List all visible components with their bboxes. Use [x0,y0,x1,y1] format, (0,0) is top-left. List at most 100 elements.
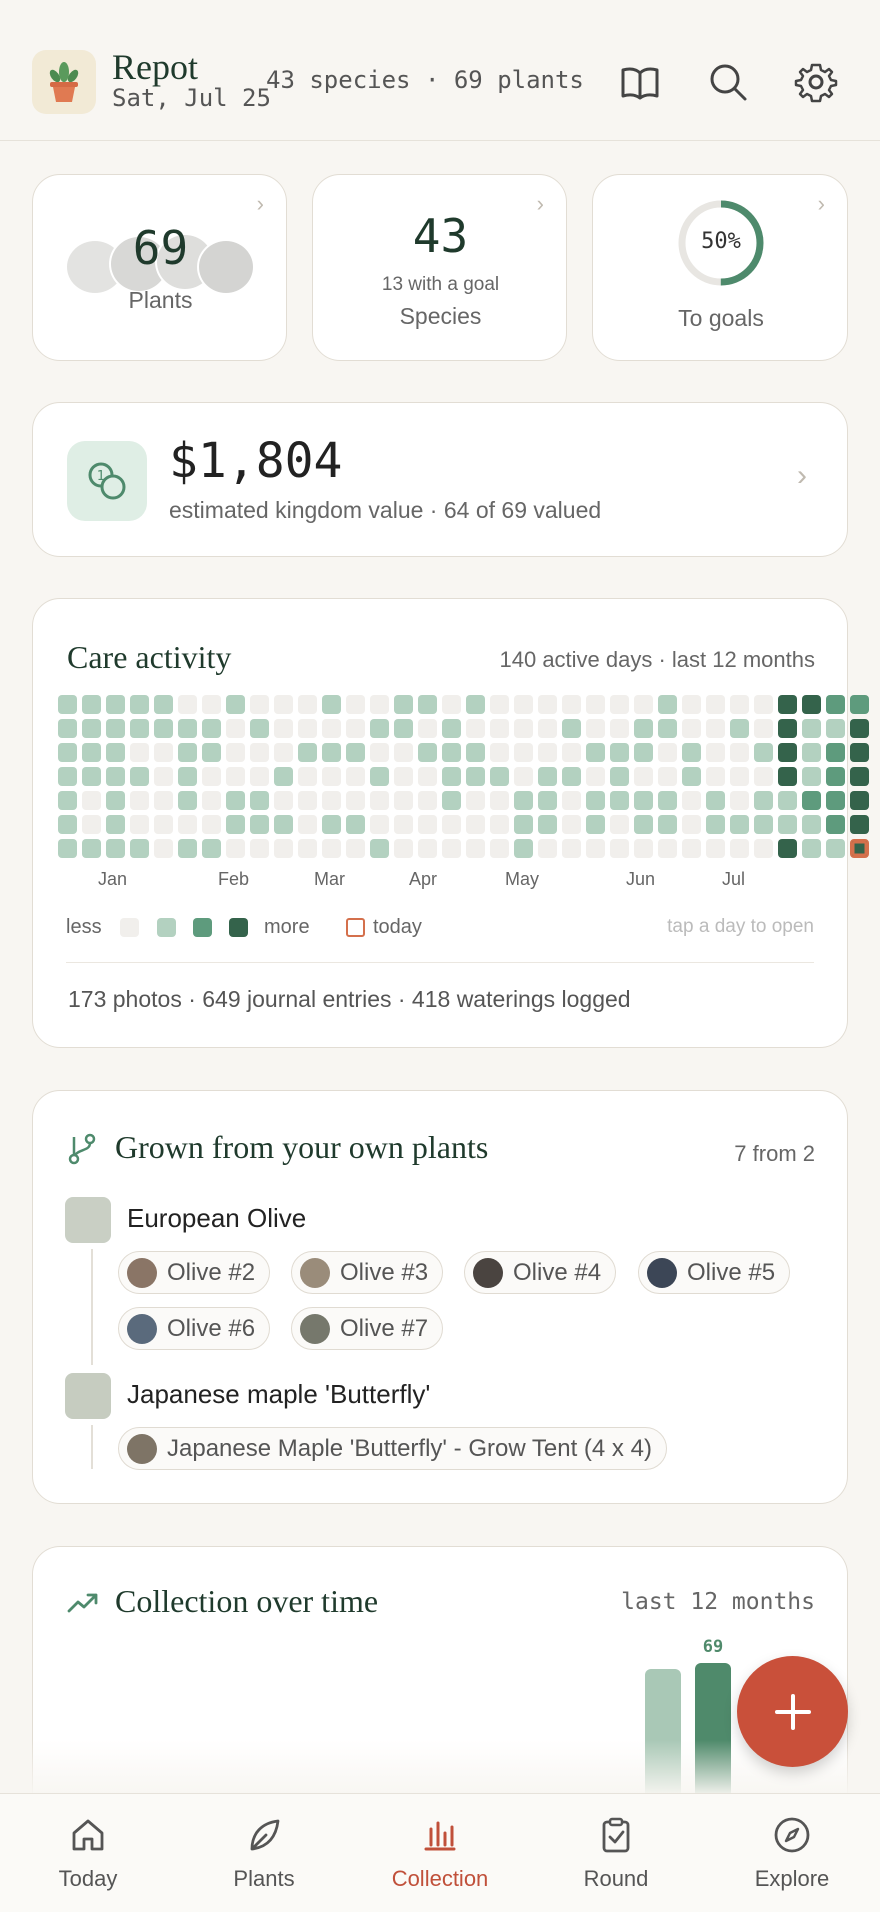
heatmap-day-cell[interactable] [586,719,605,738]
heatmap-day-cell[interactable] [730,791,749,810]
heatmap-day-cell[interactable] [394,839,413,858]
heatmap-day-cell[interactable] [322,767,341,786]
heatmap-day-cell[interactable] [106,839,125,858]
heatmap-day-cell[interactable] [106,719,125,738]
heatmap-day-cell[interactable] [490,839,509,858]
heatmap-day-cell[interactable] [634,767,653,786]
heatmap-day-cell[interactable] [466,839,485,858]
nav-plants[interactable]: Plants [204,1815,324,1892]
heatmap-day-cell[interactable] [826,815,845,834]
heatmap-day-cell[interactable] [178,839,197,858]
child-plant-chip[interactable]: Olive #4 [464,1251,617,1294]
heatmap-day-cell[interactable] [490,791,509,810]
heatmap-day-cell[interactable] [418,695,437,714]
heatmap-day-cell[interactable] [658,815,677,834]
heatmap-day-cell[interactable] [202,815,221,834]
heatmap-day-cell[interactable] [586,743,605,762]
heatmap-day-cell[interactable] [514,815,533,834]
heatmap-day-cell[interactable] [538,791,557,810]
heatmap-day-cell[interactable] [562,767,581,786]
heatmap-day-cell[interactable] [226,839,245,858]
heatmap-day-cell[interactable] [562,791,581,810]
heatmap-day-cell[interactable] [322,743,341,762]
heatmap-day-cell[interactable] [514,791,533,810]
heatmap-day-cell[interactable] [466,743,485,762]
heatmap-day-cell[interactable] [442,839,461,858]
parent-plant-name[interactable]: Japanese maple 'Butterfly' [127,1379,430,1410]
heatmap-day-cell[interactable] [418,767,437,786]
heatmap-day-cell[interactable] [730,767,749,786]
heatmap-day-cell[interactable] [202,695,221,714]
heatmap-day-cell[interactable] [778,743,797,762]
heatmap-day-cell[interactable] [370,815,389,834]
heatmap-day-cell[interactable] [178,767,197,786]
heatmap-day-cell[interactable] [394,815,413,834]
heatmap-day-cell[interactable] [730,719,749,738]
heatmap-day-cell[interactable] [826,719,845,738]
heatmap-day-cell[interactable] [730,839,749,858]
heatmap-day-cell[interactable] [706,839,725,858]
heatmap-day-cell[interactable] [370,767,389,786]
heatmap-day-cell[interactable] [826,743,845,762]
heatmap-day-cell[interactable] [250,695,269,714]
heatmap-day-cell[interactable] [274,839,293,858]
heatmap-day-cell[interactable] [346,767,365,786]
heatmap-day-cell[interactable] [58,695,77,714]
heatmap-day-cell[interactable] [634,815,653,834]
heatmap-day-cell[interactable] [370,791,389,810]
heatmap-day-cell[interactable] [682,767,701,786]
heatmap-day-cell[interactable] [346,791,365,810]
heatmap-day-cell[interactable] [394,767,413,786]
heatmap-day-cell[interactable] [298,719,317,738]
heatmap-day-cell[interactable] [538,767,557,786]
heatmap-day-cell[interactable] [82,695,101,714]
heatmap-day-cell[interactable] [802,791,821,810]
heatmap-day-cell[interactable] [130,791,149,810]
heatmap-day-cell[interactable] [586,695,605,714]
heatmap-day-cell[interactable] [682,743,701,762]
child-plant-chip[interactable]: Japanese Maple 'Butterfly' - Grow Tent (… [118,1427,667,1470]
heatmap-day-cell[interactable] [562,743,581,762]
heatmap-day-cell[interactable] [154,791,173,810]
heatmap-day-cell[interactable] [490,815,509,834]
heatmap-day-cell[interactable] [346,695,365,714]
heatmap-day-cell[interactable] [346,743,365,762]
heatmap-day-cell[interactable] [274,719,293,738]
heatmap-day-cell[interactable] [130,815,149,834]
heatmap-day-cell[interactable] [154,767,173,786]
heatmap-day-cell[interactable] [130,743,149,762]
heatmap-day-cell[interactable] [682,695,701,714]
heatmap-day-cell[interactable] [802,695,821,714]
heatmap-day-cell[interactable] [658,767,677,786]
heatmap-day-cell[interactable] [682,815,701,834]
heatmap-day-cell[interactable] [634,719,653,738]
heatmap-day-cell[interactable] [442,695,461,714]
heatmap-day-cell[interactable] [226,815,245,834]
heatmap-day-cell[interactable] [538,743,557,762]
heatmap-day-cell[interactable] [298,839,317,858]
heatmap-day-cell[interactable] [202,767,221,786]
heatmap-day-cell[interactable] [610,743,629,762]
heatmap-day-cell[interactable] [730,815,749,834]
heatmap-day-cell[interactable] [514,719,533,738]
heatmap-day-cell[interactable] [130,695,149,714]
heatmap-day-cell[interactable] [154,839,173,858]
heatmap-day-cell[interactable] [586,767,605,786]
heatmap-day-cell[interactable] [610,767,629,786]
heatmap-day-cell[interactable] [850,719,869,738]
heatmap-today-cell[interactable] [850,839,869,858]
child-plant-chip[interactable]: Olive #7 [291,1307,444,1350]
heatmap-day-cell[interactable] [562,839,581,858]
heatmap-day-cell[interactable] [778,767,797,786]
heatmap-day-cell[interactable] [730,743,749,762]
heatmap-day-cell[interactable] [778,839,797,858]
heatmap-day-cell[interactable] [226,743,245,762]
heatmap-day-cell[interactable] [370,719,389,738]
heatmap-day-cell[interactable] [178,815,197,834]
heatmap-day-cell[interactable] [706,719,725,738]
heatmap-day-cell[interactable] [538,839,557,858]
heatmap-day-cell[interactable] [370,695,389,714]
heatmap-day-cell[interactable] [58,791,77,810]
heatmap-day-cell[interactable] [178,719,197,738]
heatmap-day-cell[interactable] [178,695,197,714]
